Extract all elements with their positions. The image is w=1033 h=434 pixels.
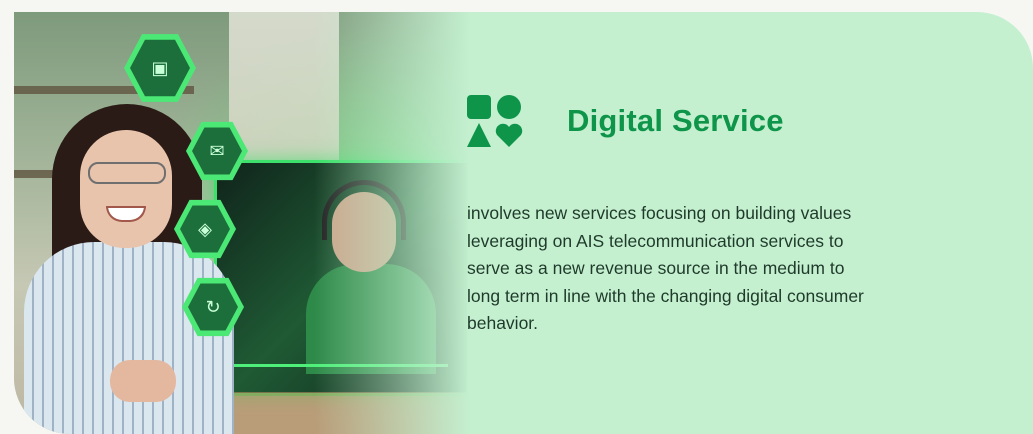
video-progress-bar <box>228 364 448 367</box>
desk <box>214 392 484 434</box>
gamer-head <box>332 192 396 272</box>
headset <box>322 180 406 240</box>
section-header: Digital Service <box>467 95 784 147</box>
digital-service-card: ▣ ✉ ◈ ↻ Digital Service involves new ser… <box>14 12 1033 434</box>
photo-window <box>229 12 339 162</box>
section-description: involves new services focusing on buildi… <box>467 203 864 333</box>
section-title: Digital Service <box>567 103 784 138</box>
gamer-body <box>306 264 436 374</box>
hero-photo: ▣ ✉ ◈ ↻ <box>14 12 484 434</box>
woman-hands <box>110 360 176 402</box>
woman-face <box>80 130 172 248</box>
gaming-monitor <box>214 160 470 396</box>
woman-shirt <box>24 242 234 434</box>
glasses <box>88 162 166 184</box>
shapes-icon <box>467 95 523 147</box>
